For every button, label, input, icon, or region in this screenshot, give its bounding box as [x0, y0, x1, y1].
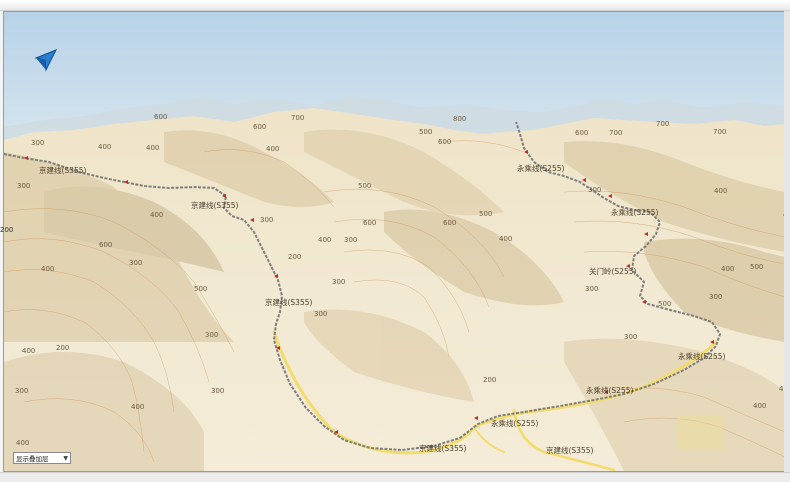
edge-contour-label: 200	[0, 226, 14, 234]
contour-label: 400	[16, 439, 29, 447]
contour-label: 600	[575, 129, 588, 137]
contour-label: 700	[713, 128, 726, 136]
map-3d-view[interactable]: 300 400 600 400 600 700 400 500 600 800 600 700 700 7…	[3, 11, 786, 472]
contour-label: 400	[150, 211, 163, 219]
road-label: 京建线(S355)	[419, 443, 467, 453]
road-label: 关门岭(S255)	[589, 266, 637, 276]
contour-label: 500	[419, 128, 432, 136]
overlay-layer-select[interactable]: 显示叠加层 ▼	[13, 452, 71, 464]
app-window: 300 400 600 400 600 700 400 500 600 800 600 700 700 7…	[0, 0, 790, 482]
contour-label: 700	[291, 114, 304, 122]
watermark-logo	[677, 416, 723, 450]
contour-label: 300	[344, 236, 357, 244]
compass-arrow-icon[interactable]	[34, 48, 58, 72]
contour-label: 300	[332, 278, 345, 286]
contour-label: 300	[211, 387, 224, 395]
road-label: 永乘线(S255)	[611, 207, 659, 217]
contour-label: 600	[438, 138, 451, 146]
road-label: 京建线(S355)	[546, 445, 594, 455]
contour-label: 300	[260, 216, 273, 224]
contour-label: 200	[288, 253, 301, 261]
contour-label: 600	[443, 219, 456, 227]
contour-label: 400	[753, 402, 766, 410]
contour-label: 400	[714, 187, 727, 195]
contour-label: 400	[41, 265, 54, 273]
contour-label: 300	[709, 293, 722, 301]
contour-label: 200	[56, 344, 69, 352]
road-label: 永乘线(S255)	[678, 351, 726, 361]
contour-label: 700	[656, 120, 669, 128]
road-label: 京建线(S355)	[265, 297, 313, 307]
contour-label: 400	[499, 235, 512, 243]
contour-label: 700	[609, 129, 622, 137]
contour-label: 500	[358, 182, 371, 190]
contour-label: 300	[129, 259, 142, 267]
contour-label: 500	[658, 300, 671, 308]
contour-label: 400	[131, 403, 144, 411]
contour-label: 600	[154, 113, 167, 121]
contour-label: 400	[146, 144, 159, 152]
contour-label: 400	[721, 265, 734, 273]
contour-label: 200	[483, 376, 496, 384]
contour-label: 500	[750, 263, 763, 271]
road-label: 永乘线(S255)	[517, 163, 565, 173]
terrain-render[interactable]: 300 400 600 400 600 700 400 500 600 800 600 700 700 7…	[4, 12, 785, 471]
contour-label: 300	[15, 387, 28, 395]
chevron-down-icon: ▼	[63, 455, 68, 462]
contour-label: 300	[17, 182, 30, 190]
overlay-layer-select-label: 显示叠加层	[16, 455, 49, 463]
road-label: 京建线(S355)	[191, 200, 239, 210]
contour-label: 500	[194, 285, 207, 293]
contour-label: 500	[479, 210, 492, 218]
right-edge	[784, 11, 790, 472]
road-label: 永乘线(S255)	[586, 385, 634, 395]
contour-label: 800	[453, 115, 466, 123]
contour-label: 600	[99, 241, 112, 249]
contour-label: 300	[314, 310, 327, 318]
contour-label: 300	[588, 186, 601, 194]
title-bar	[0, 0, 790, 11]
contour-label: 400	[98, 143, 111, 151]
contour-label: 600	[363, 219, 376, 227]
contour-label: 300	[624, 333, 637, 341]
road-label: 永乘线(S255)	[491, 418, 539, 428]
contour-label: 600	[253, 123, 266, 131]
contour-label: 300	[31, 139, 44, 147]
contour-label: 400	[266, 145, 279, 153]
road-label: 京建线(S355)	[39, 165, 87, 175]
contour-label: 400	[318, 236, 331, 244]
contour-label: 400	[22, 347, 35, 355]
contour-label: 300	[585, 285, 598, 293]
contour-label: 300	[205, 331, 218, 339]
